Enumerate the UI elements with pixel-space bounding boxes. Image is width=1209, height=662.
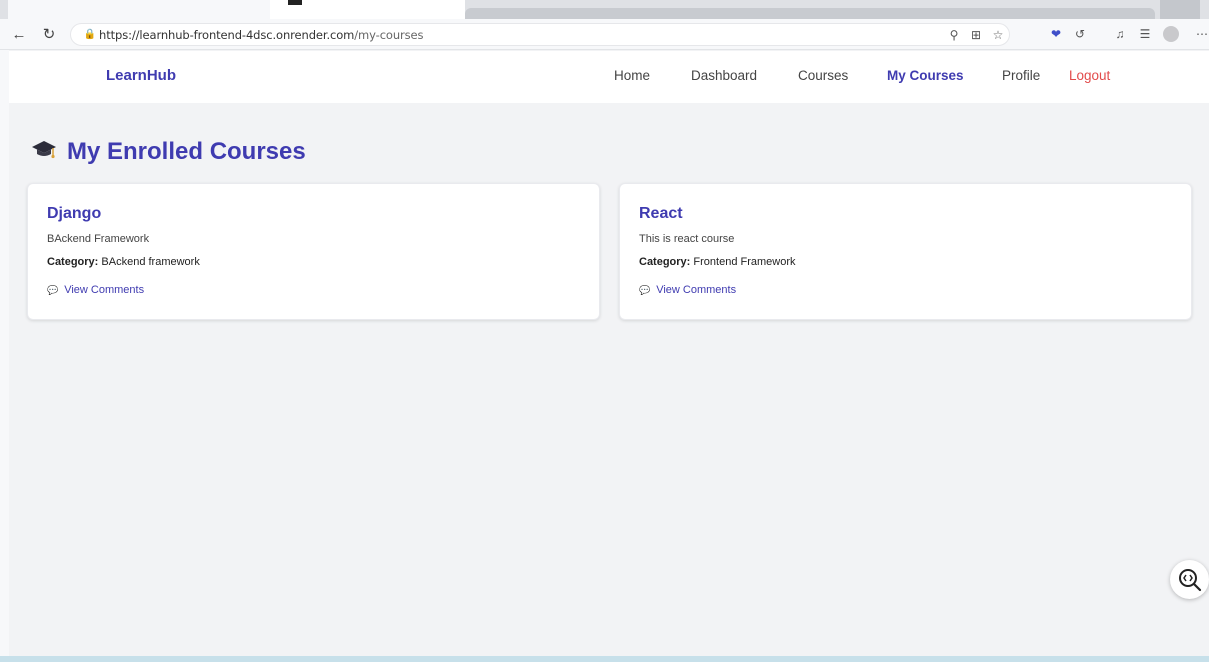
address-bar[interactable]: 🔒 https://learnhub-frontend-4dsc.onrende…: [70, 23, 1010, 46]
course-category: Category: Frontend Framework: [639, 256, 796, 268]
extensions-icon[interactable]: ♫: [1111, 25, 1129, 43]
nav-courses[interactable]: Courses: [798, 68, 848, 83]
course-description: This is react course: [639, 233, 735, 245]
view-comments-link[interactable]: 💬 View Comments: [639, 284, 736, 296]
course-category: Category: BAckend framework: [47, 256, 200, 268]
course-card: React This is react course Category: Fro…: [619, 183, 1192, 320]
browser-tab-strip: [0, 0, 1209, 19]
browser-tab[interactable]: [8, 0, 270, 19]
window-edge: [0, 50, 9, 656]
lock-icon: 🔒: [83, 29, 97, 40]
course-card: Django BAckend Framework Category: BAcke…: [27, 183, 600, 320]
nav-profile[interactable]: Profile: [1002, 68, 1040, 83]
favorite-star-icon[interactable]: ☆: [989, 26, 1007, 44]
brand-logo[interactable]: LearnHub: [106, 67, 176, 84]
extension-heart-icon[interactable]: ❤: [1047, 25, 1065, 43]
extension-shield-icon[interactable]: ↺: [1071, 25, 1089, 43]
comment-bubble-icon: 💬: [639, 284, 651, 295]
window-controls[interactable]: [1160, 0, 1200, 19]
taskbar-edge: [0, 656, 1209, 662]
favorites-list-icon[interactable]: ☰: [1136, 25, 1154, 43]
comment-bubble-icon: 💬: [47, 284, 59, 295]
page-title: My Enrolled Courses: [31, 137, 306, 167]
nav-logout[interactable]: Logout: [1069, 68, 1110, 83]
browser-toolbar: ← ↻ 🔒 https://learnhub-frontend-4dsc.onr…: [0, 19, 1209, 50]
nav-my-courses[interactable]: My Courses: [887, 68, 964, 83]
course-title[interactable]: Django: [47, 205, 101, 223]
nav-home[interactable]: Home: [614, 68, 650, 83]
app-grid-icon[interactable]: ⊞: [967, 26, 985, 44]
tab-favicon-icon: [288, 0, 302, 5]
page-heading: My Enrolled Courses: [67, 138, 306, 165]
app-header: LearnHub Home Dashboard Courses My Cours…: [9, 51, 1209, 103]
browser-tab[interactable]: [465, 8, 1155, 19]
nav-dashboard[interactable]: Dashboard: [691, 68, 757, 83]
zoom-search-icon[interactable]: [1170, 560, 1209, 599]
address-url: https://learnhub-frontend-4dsc.onrender.…: [99, 28, 424, 42]
back-arrow-icon[interactable]: ←: [9, 24, 29, 44]
course-title[interactable]: React: [639, 205, 683, 223]
refresh-icon[interactable]: ↻: [39, 24, 59, 44]
profile-avatar-icon[interactable]: [1163, 26, 1179, 42]
view-comments-link[interactable]: 💬 View Comments: [47, 284, 144, 296]
main-content: My Enrolled Courses Django BAckend Frame…: [9, 103, 1209, 656]
graduation-cap-icon: [31, 138, 57, 166]
course-description: BAckend Framework: [47, 233, 150, 245]
key-icon[interactable]: ⚲: [945, 26, 963, 44]
more-menu-icon[interactable]: ⋯: [1193, 25, 1209, 43]
